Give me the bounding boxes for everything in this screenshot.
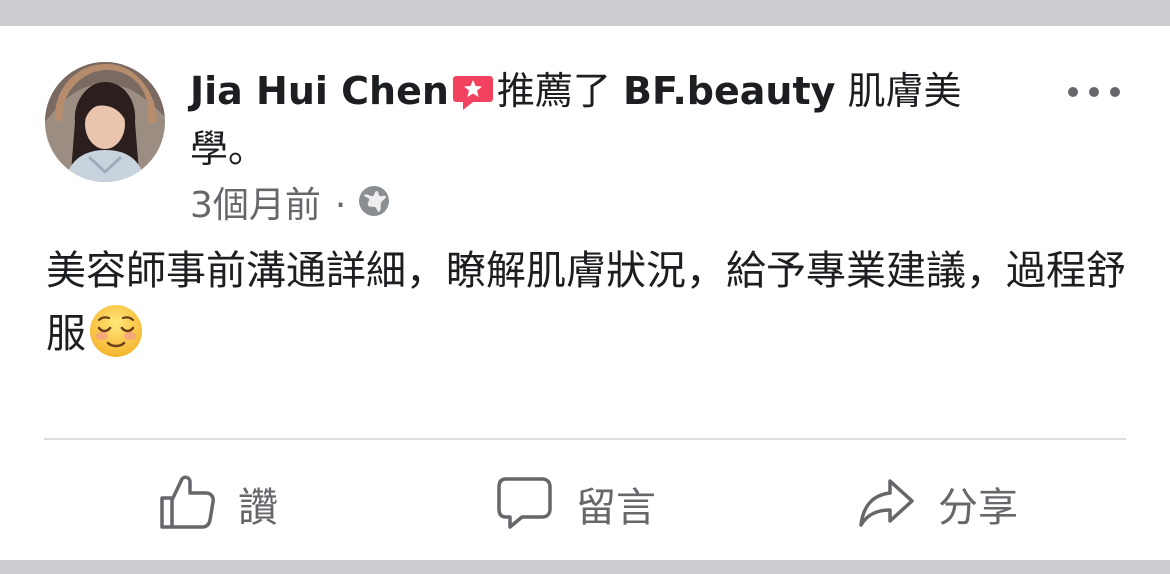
author-name[interactable]: Jia Hui Chen xyxy=(190,69,449,113)
avatar-image xyxy=(45,62,165,182)
thumbs-up-icon xyxy=(158,473,216,535)
share-arrow-icon xyxy=(858,473,916,535)
post-body-text: 美容師事前溝通詳細，瞭解肌膚狀況，給予專業建議，過程舒服 xyxy=(46,248,1126,357)
comment-label: 留言 xyxy=(576,485,656,531)
post-header: Jia Hui Chen 推薦了 BF.beauty 肌膚美學。 xyxy=(190,66,1020,174)
more-dot-icon xyxy=(1110,87,1120,97)
more-dot-icon xyxy=(1089,87,1099,97)
page-name-link[interactable]: BF.beauty xyxy=(623,69,835,113)
share-label: 分享 xyxy=(938,485,1018,531)
more-dot-icon xyxy=(1068,87,1078,97)
comment-button[interactable]: 留言 xyxy=(496,474,656,534)
post-body: 美容師事前溝通詳細，瞭解肌膚狀況，給予專業建議，過程舒服 xyxy=(46,240,1126,378)
recommend-verb: 推薦了 xyxy=(496,69,611,113)
globe-icon xyxy=(358,184,390,228)
more-options-button[interactable] xyxy=(1068,84,1122,100)
relieved-face-emoji xyxy=(88,303,144,378)
meta-separator: · xyxy=(334,185,347,226)
like-button[interactable]: 讚 xyxy=(158,474,278,534)
like-label: 讚 xyxy=(238,485,278,531)
post-timestamp[interactable]: 3個月前 xyxy=(190,184,321,228)
post-meta: 3個月前 · xyxy=(190,184,390,228)
divider xyxy=(44,438,1126,440)
review-post-card: Jia Hui Chen 推薦了 BF.beauty 肌膚美學。 3個月前 · 美… xyxy=(0,26,1170,560)
comment-bubble-icon xyxy=(496,473,554,535)
recommend-icon xyxy=(451,74,495,124)
avatar[interactable] xyxy=(45,62,165,182)
share-button[interactable]: 分享 xyxy=(858,474,1018,534)
